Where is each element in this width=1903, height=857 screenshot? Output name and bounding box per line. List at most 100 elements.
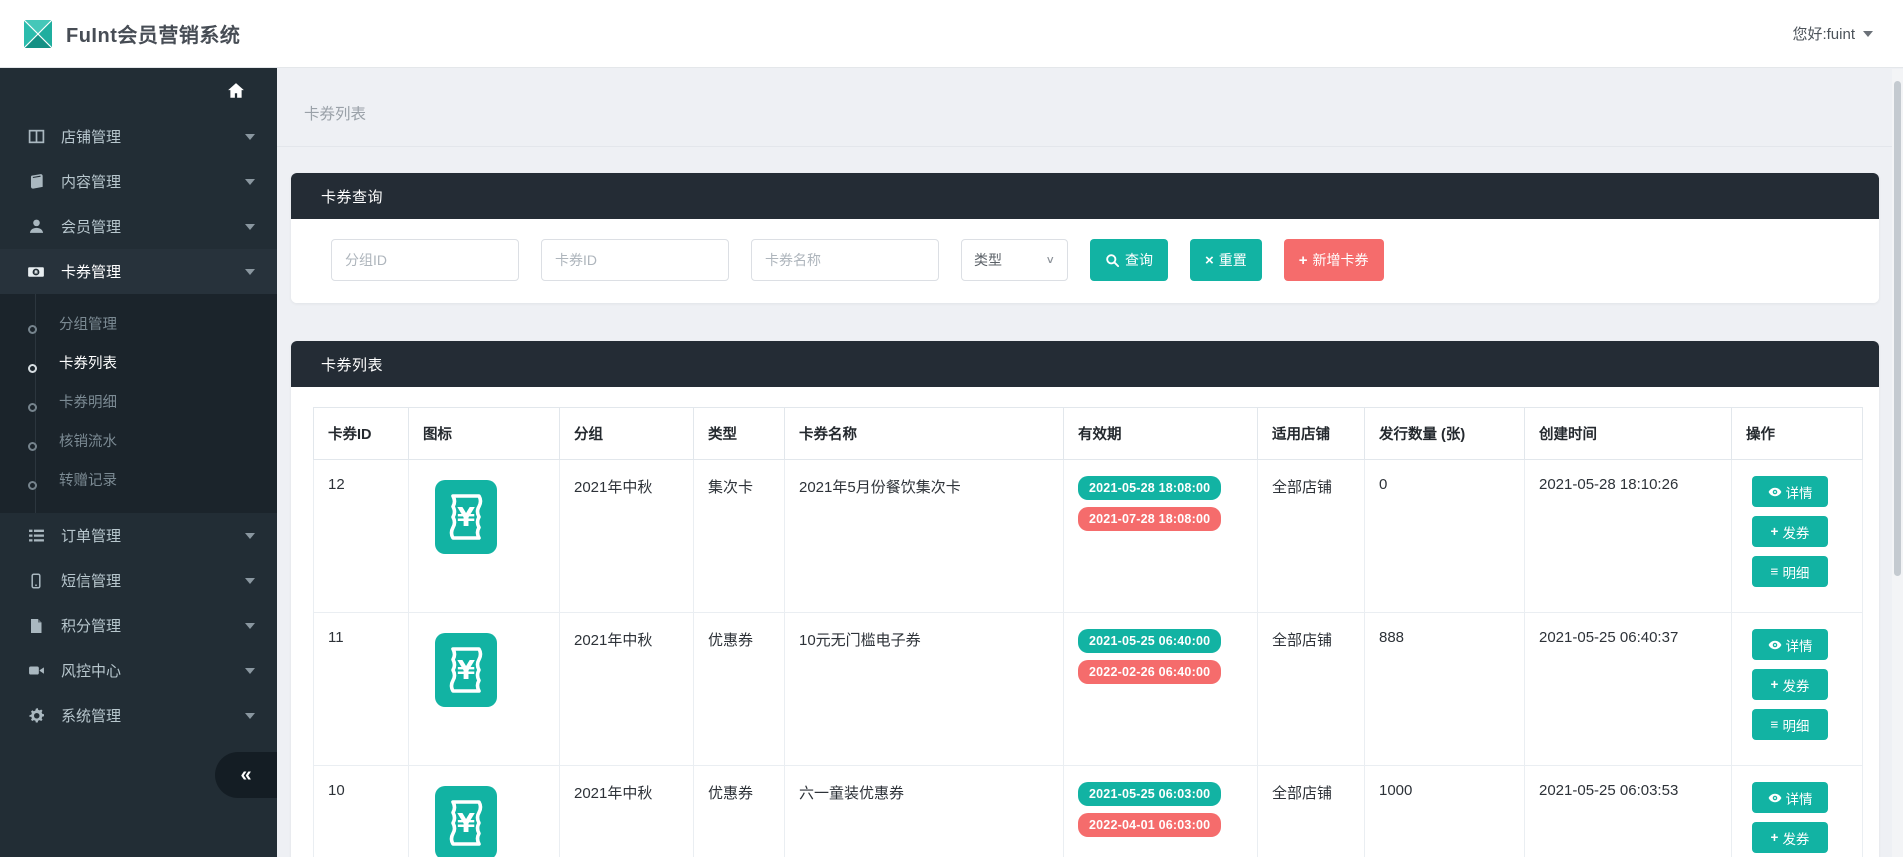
valid-from-badge: 2021-05-25 06:03:00 bbox=[1078, 782, 1221, 806]
list-panel-title: 卡券列表 bbox=[291, 341, 1879, 387]
sidebar-item-points[interactable]: 积分管理 bbox=[0, 603, 277, 648]
sidebar-collapse-button[interactable]: « bbox=[215, 752, 277, 798]
cell-created: 2021-05-25 06:40:37 bbox=[1525, 613, 1732, 766]
query-button-label: 查询 bbox=[1125, 250, 1153, 270]
detail-button-label: 详情 bbox=[1786, 482, 1813, 502]
cell-type: 集次卡 bbox=[694, 460, 785, 613]
group-id-input[interactable] bbox=[331, 239, 519, 281]
sidebar-item-label: 系统管理 bbox=[61, 705, 121, 726]
table-row: 11 ¥ 2021年中秋 优惠券 10元无门槛电子券 2021 bbox=[314, 613, 1863, 766]
coupon-name-input[interactable] bbox=[751, 239, 939, 281]
items-button[interactable]: ≡ 明细 bbox=[1752, 556, 1828, 587]
add-coupon-button[interactable]: + 新增卡券 bbox=[1284, 239, 1384, 281]
sidebar-item-label: 会员管理 bbox=[61, 216, 121, 237]
page-scrollbar[interactable] bbox=[1892, 69, 1903, 857]
coupon-list-panel: 卡券列表 卡券ID 图标 分组 类型 卡券名称 有效期 适用店铺 bbox=[291, 341, 1879, 857]
sidebar-item-risk[interactable]: 风控中心 bbox=[0, 648, 277, 693]
list-icon: ≡ bbox=[1771, 564, 1779, 579]
cell-stores: 全部店铺 bbox=[1258, 613, 1365, 766]
detail-button[interactable]: 详情 bbox=[1752, 476, 1828, 507]
submenu-label: 核销流水 bbox=[59, 430, 117, 451]
col-header-actions: 操作 bbox=[1732, 408, 1863, 460]
type-select[interactable]: 类型 ∨ bbox=[961, 239, 1068, 281]
search-panel-title: 卡券查询 bbox=[291, 173, 1879, 219]
reset-button[interactable]: × 重置 bbox=[1190, 239, 1262, 281]
detail-button-label: 详情 bbox=[1786, 788, 1813, 808]
cell-type: 优惠券 bbox=[694, 766, 785, 857]
coupon-id-input[interactable] bbox=[541, 239, 729, 281]
cell-quantity: 1000 bbox=[1365, 766, 1525, 857]
chevron-down-icon bbox=[245, 623, 255, 629]
coupon-ticket-icon: ¥ bbox=[435, 786, 497, 857]
query-button[interactable]: 查询 bbox=[1090, 239, 1168, 281]
collapse-icon: « bbox=[240, 764, 251, 787]
sidebar-item-order[interactable]: 订单管理 bbox=[0, 513, 277, 558]
chevron-down-icon bbox=[245, 668, 255, 674]
send-coupon-button[interactable]: + 发券 bbox=[1752, 822, 1828, 853]
submenu-label: 转赠记录 bbox=[59, 469, 117, 490]
main-content: 卡券列表 卡券查询 类型 ∨ 查询 × bbox=[277, 68, 1903, 857]
scrollbar-thumb[interactable] bbox=[1894, 81, 1901, 576]
sidebar-subitem-coupon-list[interactable]: 卡券列表 bbox=[0, 343, 277, 382]
cell-name: 2021年5月份餐饮集次卡 bbox=[785, 460, 1064, 613]
cell-type: 优惠券 bbox=[694, 613, 785, 766]
sidebar-item-label: 内容管理 bbox=[61, 171, 121, 192]
user-menu[interactable]: 您好:fuint bbox=[1792, 23, 1903, 44]
sidebar-item-label: 卡券管理 bbox=[61, 261, 121, 282]
sidebar-subitem-gift-record[interactable]: 转赠记录 bbox=[0, 460, 277, 499]
cell-name: 10元无门槛电子券 bbox=[785, 613, 1064, 766]
member-icon bbox=[27, 218, 45, 236]
sms-icon bbox=[27, 572, 45, 590]
search-icon bbox=[1105, 253, 1120, 268]
detail-button[interactable]: 详情 bbox=[1752, 629, 1828, 660]
chevron-down-icon bbox=[245, 578, 255, 584]
valid-from-badge: 2021-05-25 06:40:00 bbox=[1078, 629, 1221, 653]
svg-text:¥: ¥ bbox=[457, 656, 475, 686]
sidebar-item-label: 风控中心 bbox=[61, 660, 121, 681]
bullet-icon bbox=[28, 325, 37, 334]
send-coupon-button[interactable]: + 发券 bbox=[1752, 516, 1828, 547]
list-icon: ≡ bbox=[1771, 717, 1779, 732]
cell-stores: 全部店铺 bbox=[1258, 460, 1365, 613]
cell-name: 六一童装优惠券 bbox=[785, 766, 1064, 857]
eye-icon bbox=[1768, 791, 1782, 805]
coupon-submenu: 分组管理 卡券列表 卡券明细 核销流水 转赠记录 bbox=[0, 294, 277, 513]
send-coupon-button[interactable]: + 发券 bbox=[1752, 669, 1828, 700]
breadcrumb: 卡券列表 bbox=[277, 68, 1903, 147]
send-coupon-button-label: 发券 bbox=[1782, 522, 1809, 542]
reset-button-label: 重置 bbox=[1219, 250, 1247, 270]
cell-coupon-id: 10 bbox=[314, 766, 409, 857]
table-row: 12 ¥ 2021年中秋 集次卡 2021年5月份餐饮集次卡 bbox=[314, 460, 1863, 613]
add-coupon-button-label: 新增卡券 bbox=[1313, 250, 1369, 270]
brand: FuInt会员营销系统 bbox=[0, 18, 240, 50]
detail-button-label: 详情 bbox=[1786, 635, 1813, 655]
sidebar-item-member[interactable]: 会员管理 bbox=[0, 204, 277, 249]
table-header-row: 卡券ID 图标 分组 类型 卡券名称 有效期 适用店铺 发行数量 (张) 创建时… bbox=[314, 408, 1863, 460]
items-button[interactable]: ≡ 明细 bbox=[1752, 709, 1828, 740]
bullet-icon bbox=[28, 364, 37, 373]
detail-button[interactable]: 详情 bbox=[1752, 782, 1828, 813]
points-icon bbox=[27, 617, 45, 635]
sidebar-item-system[interactable]: 系统管理 bbox=[0, 693, 277, 738]
sidebar-item-sms[interactable]: 短信管理 bbox=[0, 558, 277, 603]
cell-quantity: 0 bbox=[1365, 460, 1525, 613]
col-header-type: 类型 bbox=[694, 408, 785, 460]
coupon-ticket-icon: ¥ bbox=[435, 480, 497, 554]
cell-group: 2021年中秋 bbox=[560, 766, 694, 857]
home-icon[interactable] bbox=[227, 82, 245, 100]
sidebar-subitem-coupon-detail[interactable]: 卡券明细 bbox=[0, 382, 277, 421]
sidebar-subitem-confirm-log[interactable]: 核销流水 bbox=[0, 421, 277, 460]
app-title: FuInt会员营销系统 bbox=[66, 19, 240, 48]
top-header: FuInt会员营销系统 您好:fuint bbox=[0, 0, 1903, 68]
sidebar-item-label: 订单管理 bbox=[61, 525, 121, 546]
sidebar-item-store[interactable]: 店铺管理 bbox=[0, 114, 277, 159]
sidebar-subitem-group-manage[interactable]: 分组管理 bbox=[0, 304, 277, 343]
valid-to-badge: 2022-02-26 06:40:00 bbox=[1078, 660, 1221, 684]
chevron-down-icon bbox=[245, 269, 255, 275]
sidebar-item-coupon[interactable]: 0 卡券管理 bbox=[0, 249, 277, 294]
col-header-id: 卡券ID bbox=[314, 408, 409, 460]
sidebar-item-content[interactable]: 内容管理 bbox=[0, 159, 277, 204]
col-header-name: 卡券名称 bbox=[785, 408, 1064, 460]
coupon-ticket-icon: ¥ bbox=[435, 633, 497, 707]
chevron-down-icon bbox=[245, 533, 255, 539]
